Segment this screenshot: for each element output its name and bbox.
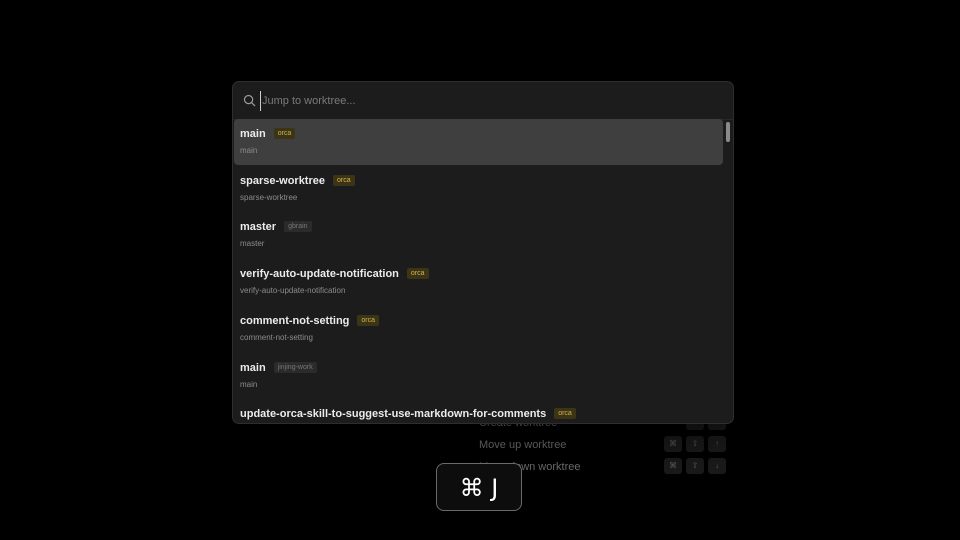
worktree-name: verify-auto-update-notification: [240, 268, 399, 281]
repo-badge: orca: [554, 408, 576, 420]
repo-badge: jinjing-work: [273, 361, 317, 373]
worktree-path: verify-auto-update-notification: [240, 286, 346, 296]
worktree-name: main: [240, 128, 266, 140]
worktree-title: comment-not-setting orca: [240, 314, 380, 327]
shortcut-key: ⌘: [664, 436, 682, 452]
shortcut-key: ⌘: [664, 458, 682, 474]
search-bar: [233, 82, 733, 120]
shortcut-label: Move up worktree: [479, 439, 567, 451]
search-input[interactable]: [260, 91, 712, 111]
worktree-name: master: [240, 221, 277, 234]
shortcut-key: ↓: [708, 458, 726, 474]
repo-badge: orca: [406, 268, 429, 280]
worktree-item[interactable]: verify-auto-update-notification orca verif…: [234, 259, 723, 305]
worktree-jump-palette: mainorcamainsparse-worktreeorcasparse-wo…: [232, 81, 734, 424]
repo-badge: gbrain: [284, 221, 312, 233]
shortcut-key: ⇧: [686, 436, 704, 452]
shortcut-key: ↑: [708, 436, 726, 452]
worktree-item[interactable]: main jinjing-work main: [234, 353, 723, 399]
worktree-path: master: [240, 239, 265, 249]
worktree-item[interactable]: comment-not-setting orca comment-not-setti…: [234, 306, 723, 352]
worktree-path: main: [240, 146, 258, 155]
worktree-name: main: [240, 361, 266, 374]
worktree-title: main orca: [240, 128, 296, 140]
worktree-title: sparse-worktree orca: [240, 174, 355, 187]
repo-badge: orca: [333, 174, 355, 186]
worktree-list: main orca main sparse-worktree orca sparse-wo…: [233, 119, 733, 423]
shortcut-key: ⇧: [686, 458, 704, 474]
shortcut-row-move-up-worktree: Move up worktree ⌘ ⇧ ↑: [470, 436, 730, 456]
repo-badge: orca: [273, 128, 296, 139]
worktree-title: main jinjing-work: [240, 361, 317, 374]
worktree-item[interactable]: main orca main: [234, 119, 723, 165]
worktree-name: update-orca-skill-to-suggest-use-markdow…: [240, 408, 547, 421]
worktree-item[interactable]: sparse-worktree orca sparse-worktree: [234, 166, 723, 212]
worktree-name: sparse-worktree: [240, 174, 325, 187]
screen: Create worktree ⌘ N Move up worktree ⌘ ⇧…: [0, 0, 960, 540]
worktree-name: comment-not-setting: [240, 314, 350, 327]
worktree-title: master gbrain: [240, 221, 312, 233]
search-icon: [243, 94, 256, 107]
worktree-item[interactable]: update-orca-skill-to-suggest-use-markdow…: [234, 399, 723, 423]
scrollbar-thumb[interactable]: [726, 122, 730, 142]
worktree-path: sparse-worktree: [240, 192, 298, 202]
worktree-path: comment-not-setting: [240, 332, 313, 342]
worktree-title: update-orca-skill-to-suggest-use-markdow…: [240, 408, 576, 420]
repo-badge: orca: [357, 314, 380, 326]
worktree-title: verify-auto-update-notification orca: [240, 268, 429, 280]
keyboard-shortcut-hint: ⌘ J: [436, 463, 522, 511]
worktree-path: main: [240, 379, 258, 389]
worktree-item[interactable]: master gbrain master: [234, 212, 723, 258]
